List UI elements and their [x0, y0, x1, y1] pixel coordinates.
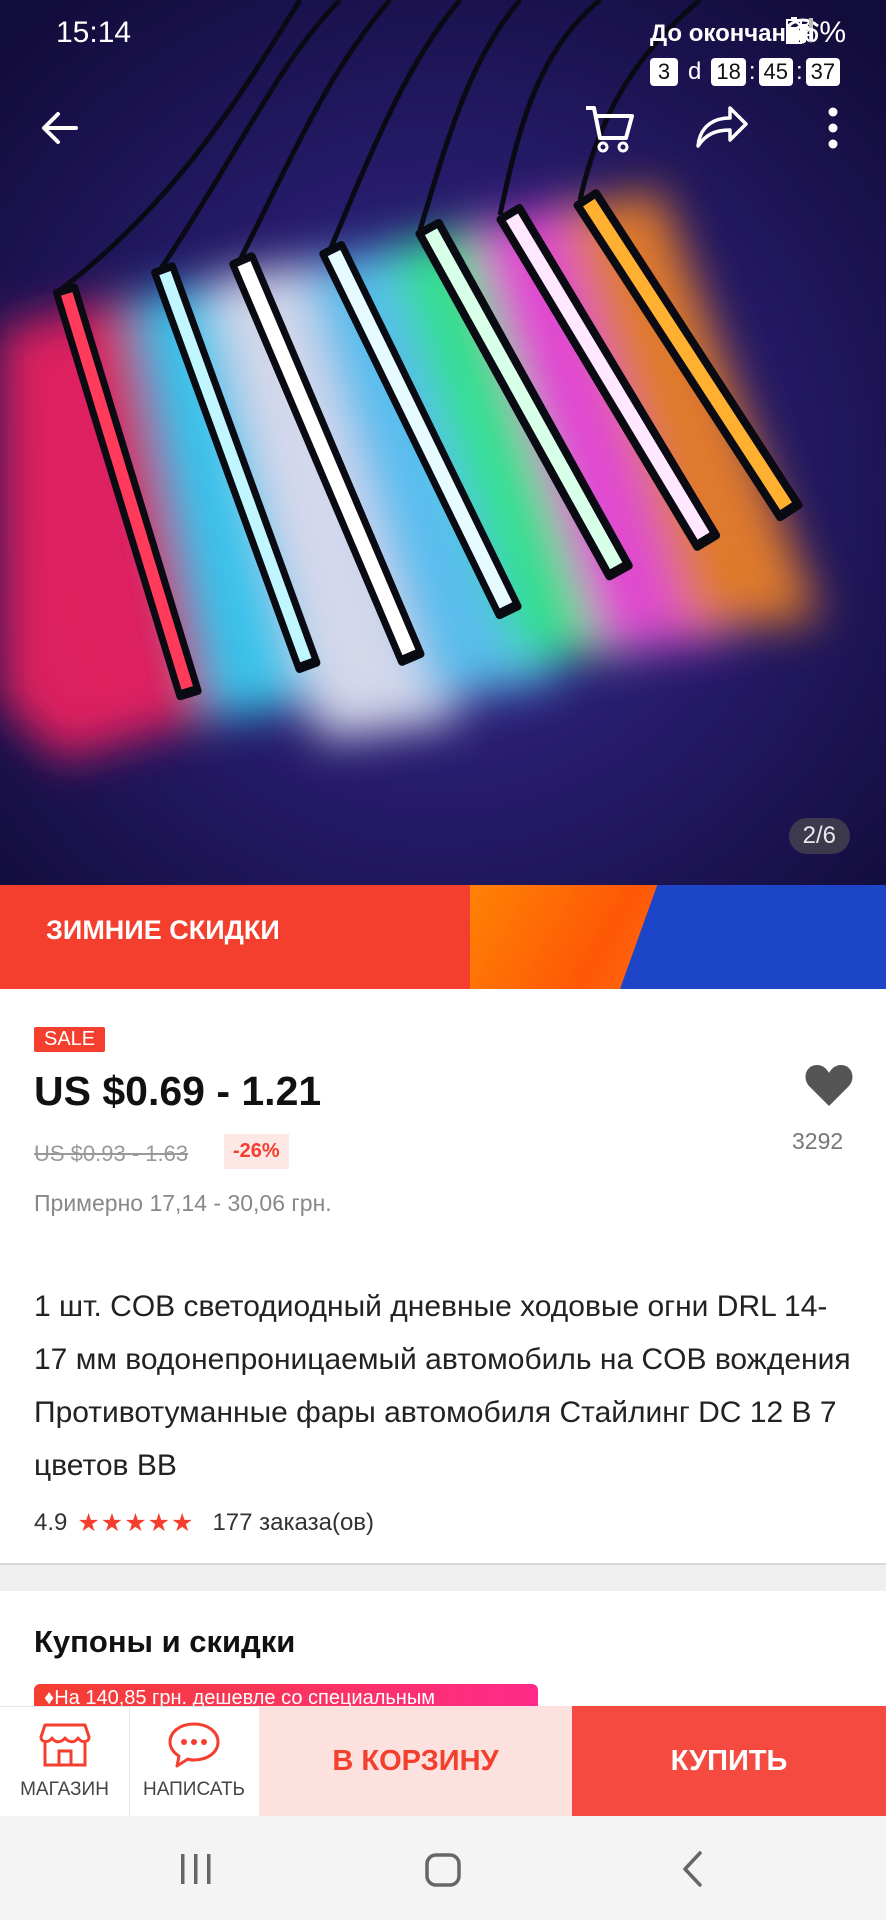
share-icon[interactable] — [694, 104, 748, 150]
discount-badge: -26% — [224, 1134, 289, 1169]
cart-icon[interactable] — [584, 102, 636, 154]
recent-apps-icon[interactable] — [178, 1852, 214, 1886]
promo-banner[interactable]: ЗИМНИЕ СКИДКИ — [0, 885, 886, 989]
rating-stars: ★★★★★ — [77, 1509, 195, 1537]
add-to-cart-button[interactable]: В КОРЗИНУ — [259, 1706, 572, 1816]
status-time: 15:14 — [56, 16, 132, 49]
coupons-title: Купоны и скидки — [34, 1624, 296, 1659]
old-price: US $0.93 - 1.63 — [34, 1141, 189, 1166]
price: US $0.69 - 1.21 — [34, 1068, 322, 1114]
message-button[interactable]: НАПИСАТЬ — [130, 1706, 258, 1817]
message-button-label: НАПИСАТЬ — [142, 1779, 246, 1800]
promo-countdown-panel — [620, 885, 886, 989]
product-photo — [0, 0, 886, 885]
heart-icon[interactable] — [804, 1062, 854, 1108]
countdown-seconds: 37 — [805, 58, 841, 86]
countdown-timer: 3 d 18 : 45 : 37 — [650, 58, 841, 86]
system-nav-bar — [0, 1816, 886, 1920]
more-vert-icon[interactable] — [826, 106, 840, 150]
coupon-strip[interactable]: ♦На 140,85 грн. дешевле со специальным — [34, 1684, 538, 1708]
promo-title: ЗИМНИЕ СКИДКИ — [46, 915, 280, 945]
rating-value: 4.9 — [34, 1509, 68, 1536]
wishlist-count: 3292 — [792, 1128, 844, 1154]
home-icon[interactable] — [424, 1852, 462, 1888]
countdown-hours: 18 — [711, 58, 746, 86]
store-button-label: МАГАЗИН — [20, 1779, 109, 1800]
rating-row[interactable]: 4.9 ★★★★★ 177 заказа(ов) — [34, 1508, 374, 1538]
countdown-days: 3 — [650, 58, 678, 86]
chat-icon — [168, 1722, 220, 1768]
store-icon — [39, 1723, 90, 1767]
approx-price: Примерно 17,14 - 30,06 грн. — [34, 1190, 332, 1216]
store-button[interactable]: МАГАЗИН — [0, 1706, 130, 1817]
countdown-days-unit: d — [688, 58, 702, 85]
countdown-label: До окончания — [650, 20, 815, 47]
orders-count: 177 заказа(ов) — [212, 1509, 375, 1536]
back-nav-icon[interactable] — [680, 1850, 704, 1888]
buy-now-button[interactable]: КУПИТЬ — [572, 1706, 886, 1816]
section-divider — [0, 1563, 886, 1591]
countdown-minutes: 45 — [758, 58, 793, 86]
product-title: 1 шт. COB светодиодный дневные ходовые о… — [34, 1290, 851, 1482]
image-page-counter: 2/6 — [788, 818, 850, 854]
product-image-gallery[interactable]: 15:14 66% 2/6 — [0, 0, 886, 885]
countdown-sep: : — [796, 58, 803, 85]
countdown-sep: : — [748, 58, 756, 85]
action-bar: МАГАЗИН НАПИСАТЬ В КОРЗИНУ КУПИТЬ — [0, 1706, 886, 1817]
sale-badge: SALE — [34, 1027, 106, 1052]
back-arrow-icon[interactable] — [40, 108, 80, 148]
